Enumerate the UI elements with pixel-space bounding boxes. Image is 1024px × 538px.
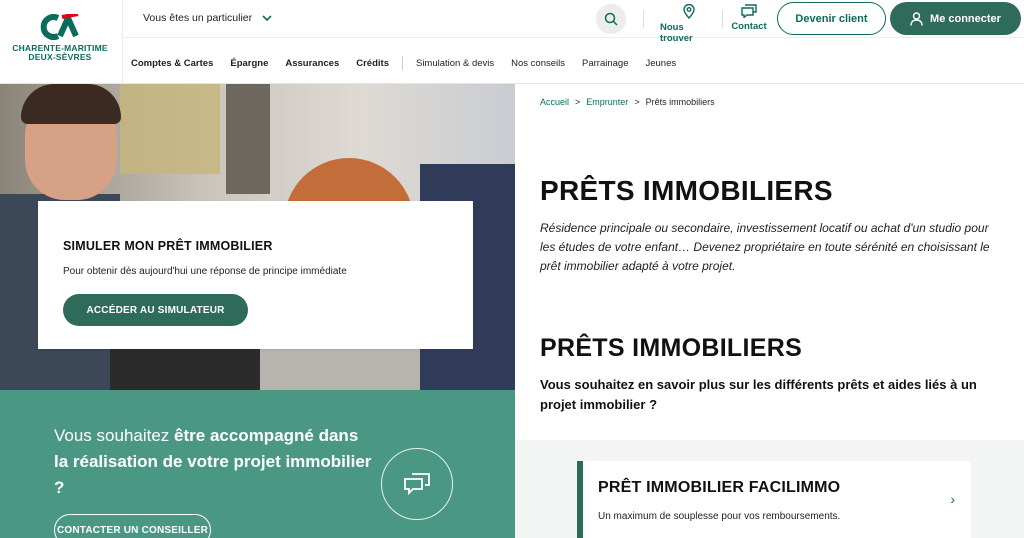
- section-subtitle: Vous souhaitez en savoir plus sur les di…: [540, 377, 977, 412]
- contact-advisor-button[interactable]: CONTACTER UN CONSEILLER: [54, 514, 211, 538]
- main-nav: Comptes & Cartes Épargne Assurances Créd…: [131, 56, 693, 70]
- nous-trouver-link[interactable]: Nous trouver: [660, 4, 718, 44]
- contact-label: Contact: [731, 21, 767, 32]
- search-icon: [604, 12, 618, 26]
- profile-selector[interactable]: Vous êtes un particulier: [143, 11, 272, 25]
- chat-icon: [741, 4, 757, 18]
- me-connecter-button[interactable]: Me connecter: [890, 2, 1021, 35]
- ca-logo-icon: [40, 14, 79, 40]
- photo-man-hair: [21, 84, 121, 124]
- breadcrumb-separator: >: [634, 97, 640, 107]
- photo-door: [226, 84, 270, 194]
- nav-simulation-devis[interactable]: Simulation & devis: [416, 58, 494, 69]
- profile-selector-label: Vous êtes un particulier: [143, 12, 253, 24]
- nav-comptes-cartes[interactable]: Comptes & Cartes: [131, 58, 213, 69]
- devenir-client-button[interactable]: Devenir client: [777, 2, 886, 35]
- breadcrumb: Accueil > Emprunter > Prêts immobiliers: [540, 97, 715, 107]
- breadcrumb-separator: >: [575, 97, 581, 107]
- page-intro: Résidence principale ou secondaire, inve…: [540, 221, 990, 273]
- nav-divider: [401, 56, 403, 70]
- search-button[interactable]: [596, 4, 626, 34]
- nav-nos-conseils[interactable]: Nos conseils: [511, 58, 565, 69]
- chat-bubbles-icon: [404, 473, 430, 495]
- nous-trouver-label: Nous trouver: [660, 22, 693, 44]
- header-row-divider: [123, 37, 1024, 38]
- loan-card-description: Un maximum de souplesse pour vos rembour…: [598, 511, 841, 522]
- logo[interactable]: CHARENTE-MARITIME DEUX-SÈVRES: [8, 14, 112, 72]
- loan-card-facilimmo[interactable]: PRÊT IMMOBILIER FACILIMMO Un maximum de …: [577, 461, 971, 538]
- advisor-text-start: Vous souhaitez: [54, 426, 175, 445]
- tool-divider: [643, 10, 644, 28]
- photo-tablet: [110, 346, 260, 390]
- nav-assurances[interactable]: Assurances: [285, 58, 339, 69]
- chevron-right-icon: ›: [950, 491, 955, 507]
- me-connecter-label: Me connecter: [930, 12, 1001, 25]
- advisor-chat-button[interactable]: [381, 448, 453, 520]
- photo-shelf: [120, 84, 220, 174]
- advisor-band: Vous souhaitez être accompagné dans la r…: [0, 390, 515, 538]
- user-icon: [910, 11, 923, 26]
- location-pin-icon: [683, 4, 695, 19]
- loan-card-title: PRÊT IMMOBILIER FACILIMMO: [598, 479, 841, 496]
- chevron-down-icon: [262, 14, 272, 21]
- simulator-button[interactable]: ACCÉDER AU SIMULATEUR: [63, 294, 248, 326]
- nav-parrainage[interactable]: Parrainage: [582, 58, 628, 69]
- simulator-title: SIMULER MON PRÊT IMMOBILIER: [63, 239, 273, 253]
- breadcrumb-current: Prêts immobiliers: [645, 97, 715, 107]
- tool-divider: [722, 10, 723, 28]
- page-title: PRÊTS IMMOBILIERS: [540, 175, 833, 206]
- page: CHARENTE-MARITIME DEUX-SÈVRES Vous êtes …: [0, 0, 1024, 538]
- nav-jeunes[interactable]: Jeunes: [645, 58, 676, 69]
- contact-link[interactable]: Contact: [730, 4, 768, 32]
- breadcrumb-emprunter[interactable]: Emprunter: [586, 97, 628, 107]
- simulator-card: SIMULER MON PRÊT IMMOBILIER Pour obtenir…: [38, 201, 473, 349]
- advisor-text: Vous souhaitez être accompagné dans la r…: [54, 423, 374, 501]
- simulator-description: Pour obtenir dès aujourd'hui une réponse…: [63, 266, 347, 277]
- breadcrumb-home[interactable]: Accueil: [540, 97, 569, 107]
- section-title: PRÊTS IMMOBILIERS: [540, 334, 803, 362]
- nav-epargne[interactable]: Épargne: [230, 58, 268, 69]
- header-divider: [122, 0, 123, 84]
- logo-text-line2: DEUX-SÈVRES: [28, 52, 92, 62]
- nav-credits[interactable]: Crédits: [356, 58, 389, 69]
- header: CHARENTE-MARITIME DEUX-SÈVRES Vous êtes …: [0, 0, 1024, 84]
